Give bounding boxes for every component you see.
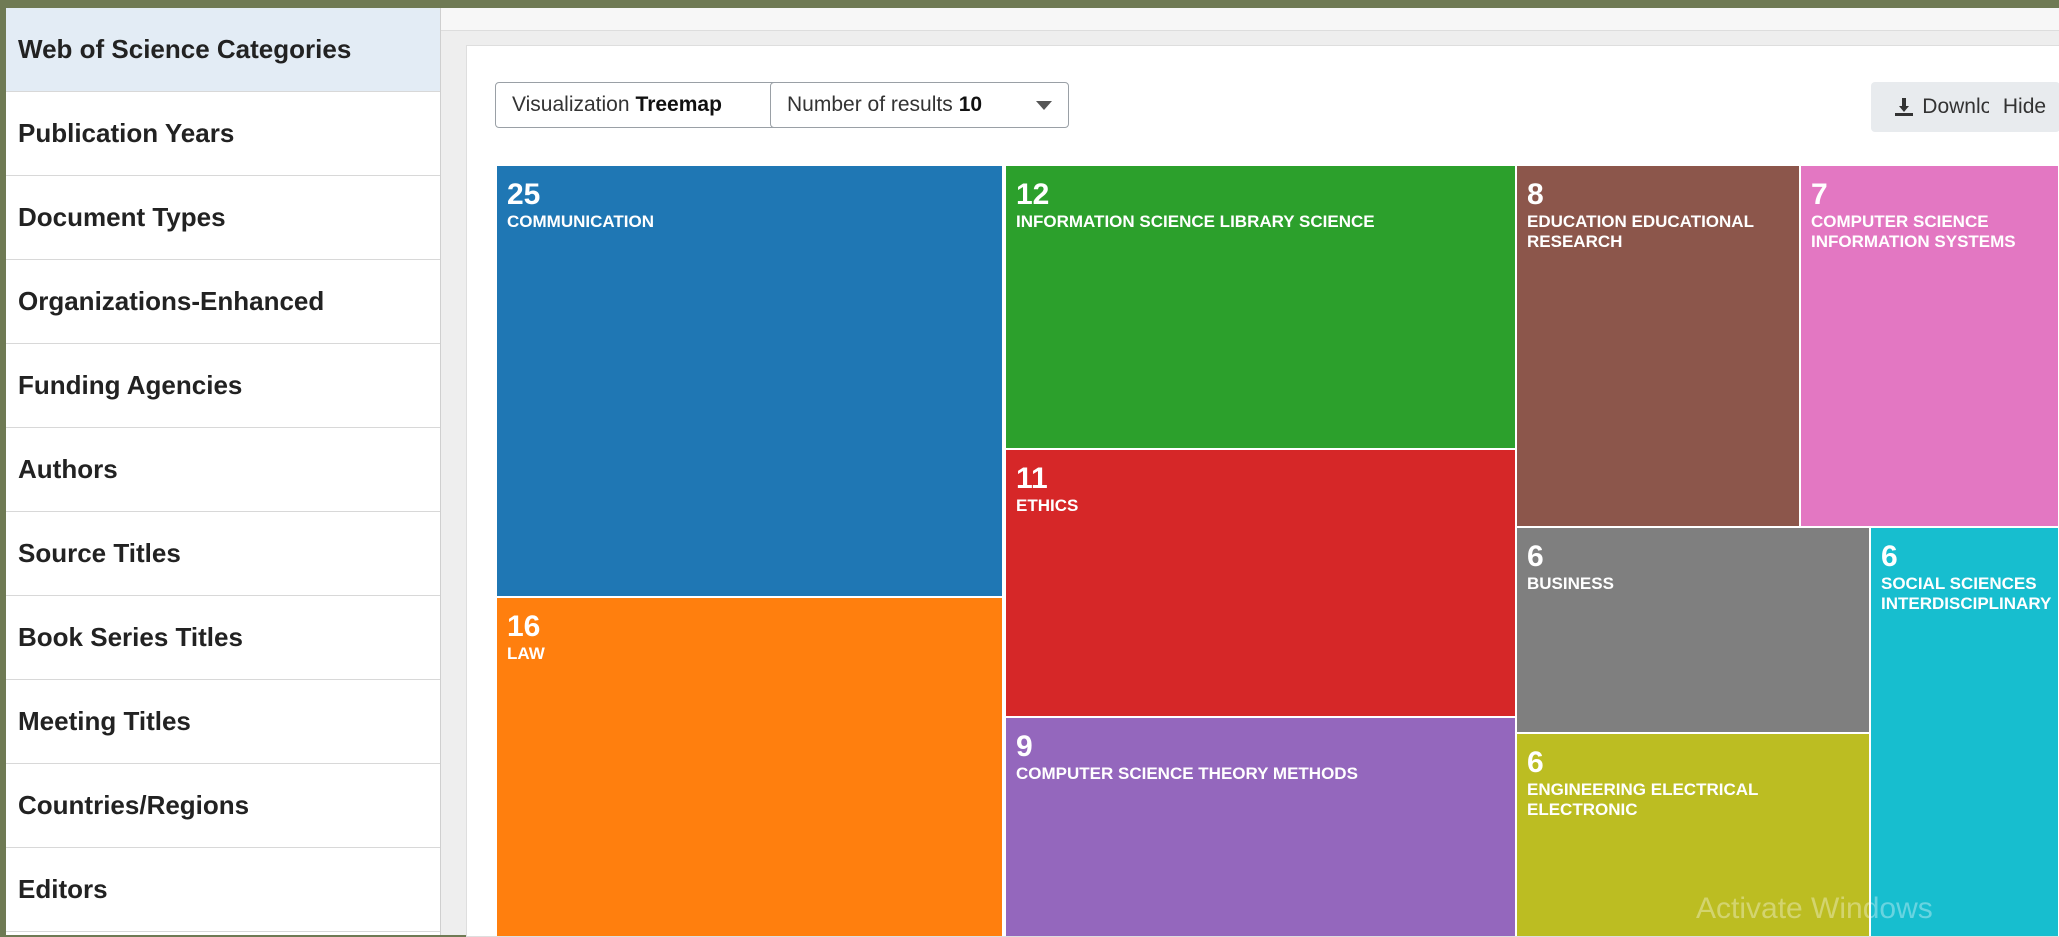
top-strip [441, 8, 2059, 31]
sidebar-item[interactable]: Meeting Titles [6, 680, 440, 764]
treemap-tile[interactable]: 6 BUSINESS [1515, 526, 1871, 734]
sidebar-item[interactable]: Web of Science Categories [6, 8, 440, 92]
results-value: 10 [958, 93, 983, 116]
tile-label: SOCIAL SCIENCES INTERDISCIPLINARY [1881, 574, 2052, 613]
tile-label: COMMUNICATION [507, 212, 654, 231]
treemap-chart: 25 COMMUNICATION 16 LAW 12 INFORMATION SCIENC… [495, 164, 2059, 936]
tile-count: 8 [1527, 178, 1544, 211]
tile-count: 25 [507, 178, 541, 211]
treemap-tile[interactable]: 25 COMMUNICATION [495, 164, 1004, 598]
results-panel: Visualization Treemap Number of results … [466, 45, 2059, 937]
main-content: Visualization Treemap Number of results … [441, 8, 2059, 937]
sidebar-item[interactable]: Organizations-Enhanced [6, 260, 440, 344]
chevron-down-icon [1036, 101, 1052, 110]
sidebar-item[interactable]: Source Titles [6, 512, 440, 596]
treemap-tile[interactable]: 7 COMPUTER SCIENCE INFORMATION SYSTEMS [1799, 164, 2059, 528]
number-of-results-dropdown[interactable]: Number of results 10 [770, 82, 1069, 128]
tile-count: 9 [1016, 730, 1033, 763]
sidebar-item[interactable]: Editors [6, 848, 440, 932]
treemap-tile[interactable]: 9 COMPUTER SCIENCE THEORY METHODS [1004, 716, 1517, 936]
visualization-label: Visualization [512, 93, 630, 116]
tile-label: ENGINEERING ELECTRICAL ELECTRONIC [1527, 780, 1759, 819]
treemap-tile[interactable]: 6 SOCIAL SCIENCES INTERDISCIPLINARY [1869, 526, 2059, 936]
visualization-value: Treemap [635, 93, 722, 116]
tile-label: COMPUTER SCIENCE THEORY METHODS [1016, 764, 1358, 783]
tile-label: INFORMATION SCIENCE LIBRARY SCIENCE [1016, 212, 1375, 231]
sidebar-item[interactable]: Book Series Titles [6, 596, 440, 680]
tile-count: 6 [1527, 746, 1544, 779]
tile-label: COMPUTER SCIENCE INFORMATION SYSTEMS [1811, 212, 2016, 251]
sidebar-item[interactable]: Publication Years [6, 92, 440, 176]
tile-count: 6 [1527, 540, 1544, 573]
treemap-tile[interactable]: 8 EDUCATION EDUCATIONAL RESEARCH [1515, 164, 1801, 528]
download-icon [1895, 98, 1914, 116]
tile-count: 12 [1016, 178, 1050, 211]
tile-label: EDUCATION EDUCATIONAL RESEARCH [1527, 212, 1754, 251]
tile-count: 16 [507, 610, 541, 643]
treemap-tile[interactable]: 12 INFORMATION SCIENCE LIBRARY SCIENCE [1004, 164, 1517, 450]
treemap-tile[interactable]: 11 ETHICS [1004, 448, 1517, 718]
sidebar-item[interactable]: Funding Agencies [6, 344, 440, 428]
tile-label: ETHICS [1016, 496, 1079, 515]
tile-count: 7 [1811, 178, 1828, 211]
activate-windows-watermark: Activate Windows [1696, 892, 1933, 925]
sidebar-item[interactable]: Document Types [6, 176, 440, 260]
sidebar: Web of Science Categories Publication Yea… [6, 8, 441, 935]
tile-label: BUSINESS [1527, 574, 1614, 593]
sidebar-item[interactable]: Authors [6, 428, 440, 512]
results-label: Number of results [787, 93, 953, 116]
sidebar-item[interactable]: Countries/Regions [6, 764, 440, 848]
hide-label: Hide [2002, 95, 2047, 118]
tile-count: 6 [1881, 540, 1898, 573]
tile-count: 11 [1016, 462, 1048, 495]
tile-label: LAW [507, 644, 545, 663]
hide-button[interactable]: Hide [1989, 82, 2059, 132]
treemap-tile[interactable]: 16 LAW [495, 596, 1004, 936]
